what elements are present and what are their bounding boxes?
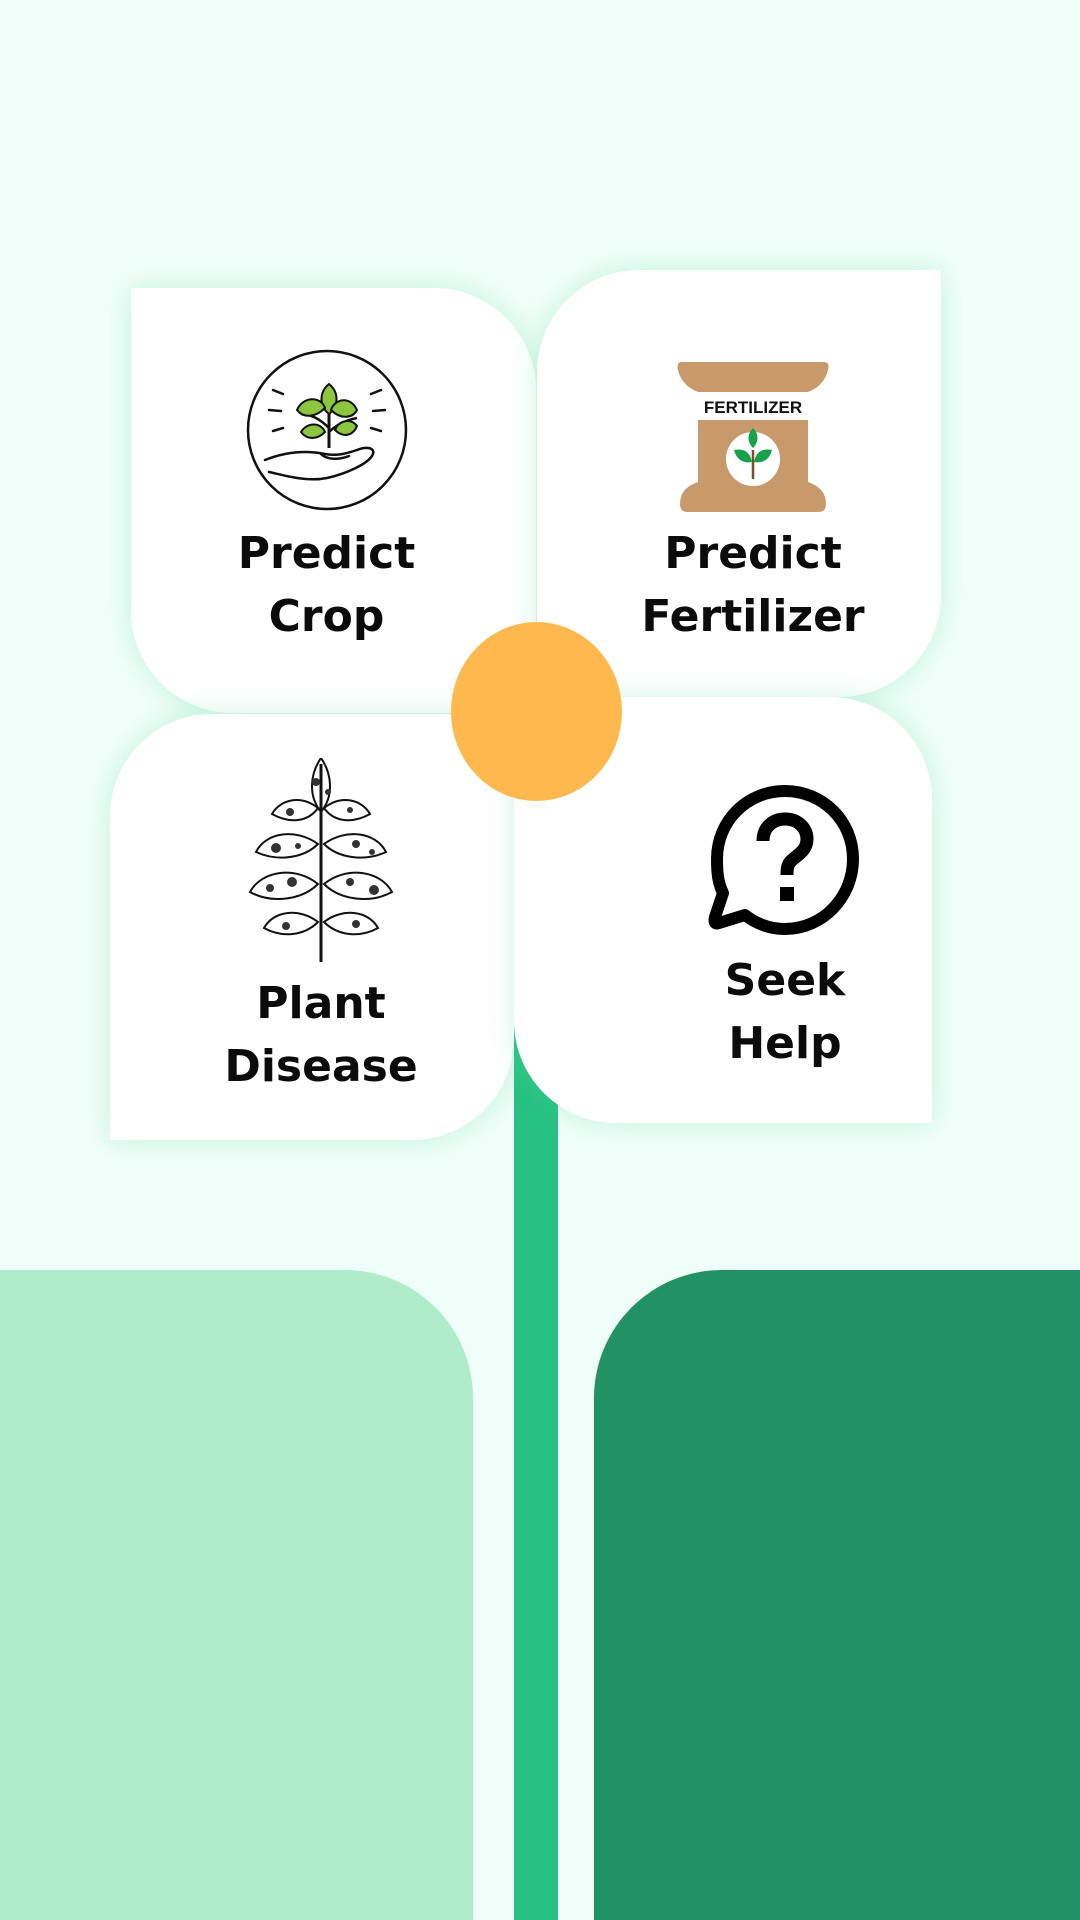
predict-fertilizer-card[interactable]: FERTILIZER Predict Fertilizer	[537, 270, 941, 697]
seek-help-label: Seek Help	[724, 955, 846, 1069]
flower-stem	[514, 980, 558, 1920]
leaf-left-decoration	[0, 1270, 473, 1920]
diseased-leaf-icon	[248, 758, 394, 962]
plant-disease-label: Plant Disease	[224, 978, 418, 1092]
predict-fertilizer-label: Predict Fertilizer	[641, 528, 865, 642]
svg-text:FERTILIZER: FERTILIZER	[704, 398, 802, 417]
fertilizer-bag-icon: FERTILIZER	[677, 362, 829, 512]
help-chat-icon	[708, 785, 859, 935]
predict-crop-label: Predict Crop	[237, 528, 416, 642]
leaf-right-decoration	[594, 1270, 1080, 1920]
seedling-in-hand-icon	[246, 349, 407, 511]
plant-disease-card[interactable]: Plant Disease	[110, 714, 514, 1140]
flower-center-decoration	[451, 622, 622, 801]
